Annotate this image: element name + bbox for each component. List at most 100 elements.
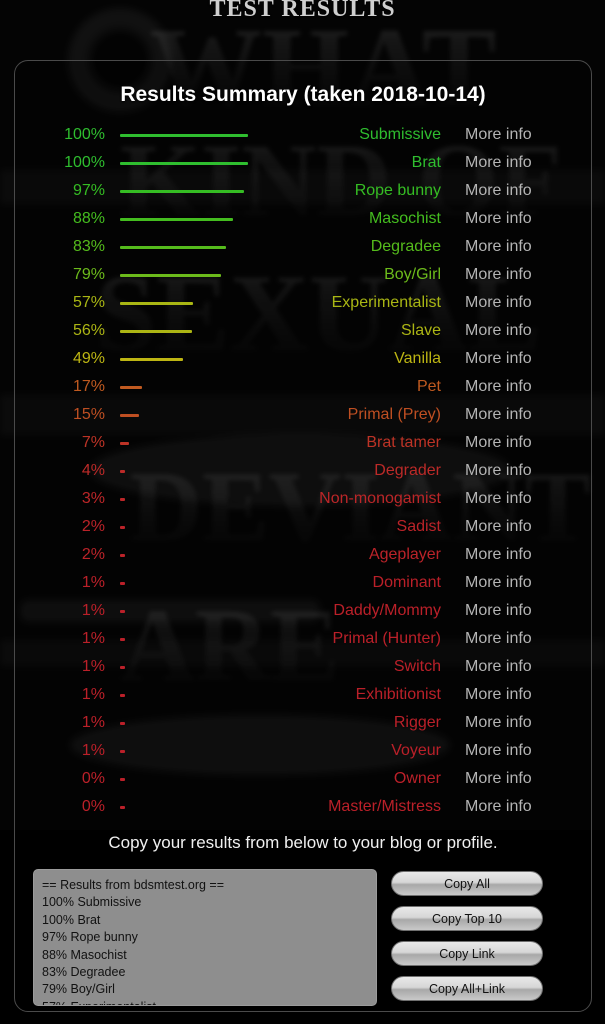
result-percentage: 2% bbox=[81, 546, 105, 563]
more-info-link[interactable]: More info bbox=[455, 210, 585, 228]
result-bar-fill bbox=[120, 525, 125, 529]
result-bar-fill bbox=[120, 805, 125, 809]
more-info-link[interactable]: More info bbox=[455, 658, 585, 676]
result-bar-fill bbox=[120, 497, 125, 501]
more-info-link[interactable]: More info bbox=[455, 518, 585, 536]
result-label: Daddy/Mommy bbox=[333, 602, 441, 619]
result-bar-fill bbox=[120, 385, 142, 389]
result-label: Experimentalist bbox=[331, 294, 441, 311]
page-banner-title: TEST RESULTS bbox=[209, 0, 396, 22]
more-info-link[interactable]: More info bbox=[455, 350, 585, 368]
result-bar-fill bbox=[120, 245, 226, 249]
result-bar-fill bbox=[120, 581, 125, 585]
result-bar-fill bbox=[120, 133, 248, 137]
copy-all-button[interactable]: Copy All bbox=[391, 871, 543, 896]
result-label: Brat tamer bbox=[366, 434, 441, 451]
result-percentage: 56% bbox=[72, 322, 105, 339]
more-info-link[interactable]: More info bbox=[455, 266, 585, 284]
result-label: Primal (Prey) bbox=[347, 406, 441, 423]
result-label: Degradee bbox=[370, 238, 441, 255]
table-row: 57% Experimentalist More info bbox=[21, 289, 585, 317]
more-info-link[interactable]: More info bbox=[455, 770, 585, 788]
copy-section: == Results from bdsmtest.org == 100% Subm… bbox=[15, 869, 591, 1006]
result-bar-track bbox=[111, 217, 251, 221]
more-info-link[interactable]: More info bbox=[455, 238, 585, 256]
result-bar-track bbox=[111, 805, 251, 809]
more-info-link[interactable]: More info bbox=[455, 322, 585, 340]
result-percentage: 79% bbox=[72, 266, 105, 283]
more-info-link[interactable]: More info bbox=[455, 546, 585, 564]
result-percentage: 1% bbox=[81, 602, 105, 619]
result-bar-track bbox=[111, 581, 251, 585]
result-bar-track bbox=[111, 609, 251, 613]
more-info-link[interactable]: More info bbox=[455, 714, 585, 732]
results-textarea[interactable]: == Results from bdsmtest.org == 100% Subm… bbox=[33, 869, 377, 1006]
result-label: Master/Mistress bbox=[328, 798, 441, 815]
result-percentage: 0% bbox=[81, 798, 105, 815]
copy-all-link-button[interactable]: Copy All+Link bbox=[391, 976, 543, 1001]
more-info-link[interactable]: More info bbox=[455, 742, 585, 760]
result-percentage: 83% bbox=[72, 238, 105, 255]
copy-button-group: Copy All Copy Top 10 Copy Link Copy All+Lin… bbox=[391, 869, 543, 1006]
result-percentage: 3% bbox=[81, 490, 105, 507]
more-info-link[interactable]: More info bbox=[455, 574, 585, 592]
results-table: 100% Submissive More info 100% Brat More info… bbox=[15, 121, 591, 821]
more-info-link[interactable]: More info bbox=[455, 602, 585, 620]
more-info-link[interactable]: More info bbox=[455, 294, 585, 312]
result-bar-fill bbox=[120, 189, 244, 193]
table-row: 1% Switch More info bbox=[21, 653, 585, 681]
table-row: 1% Dominant More info bbox=[21, 569, 585, 597]
result-label: Boy/Girl bbox=[384, 266, 441, 283]
result-bar-fill bbox=[120, 329, 192, 333]
table-row: 2% Sadist More info bbox=[21, 513, 585, 541]
table-row: 2% Ageplayer More info bbox=[21, 541, 585, 569]
result-label: Dominant bbox=[372, 574, 441, 591]
more-info-link[interactable]: More info bbox=[455, 182, 585, 200]
result-label: Non-monogamist bbox=[319, 490, 441, 507]
results-text-line: 57% Experimentalist bbox=[42, 999, 368, 1005]
result-percentage: 17% bbox=[72, 378, 105, 395]
copy-instructions: Copy your results from below to your blo… bbox=[108, 833, 498, 852]
table-row: 0% Owner More info bbox=[21, 765, 585, 793]
result-label: Owner bbox=[393, 770, 441, 787]
table-row: 1% Primal (Hunter) More info bbox=[21, 625, 585, 653]
more-info-link[interactable]: More info bbox=[455, 462, 585, 480]
more-info-link[interactable]: More info bbox=[455, 406, 585, 424]
more-info-link[interactable]: More info bbox=[455, 798, 585, 816]
result-bar-fill bbox=[120, 553, 125, 557]
table-row: 49% Vanilla More info bbox=[21, 345, 585, 373]
table-row: 4% Degrader More info bbox=[21, 457, 585, 485]
more-info-link[interactable]: More info bbox=[455, 154, 585, 172]
result-bar-fill bbox=[120, 609, 125, 613]
result-bar-track bbox=[111, 469, 251, 473]
result-bar-fill bbox=[120, 357, 183, 361]
result-percentage: 100% bbox=[64, 126, 105, 143]
copy-link-button[interactable]: Copy Link bbox=[391, 941, 543, 966]
result-label: Exhibitionist bbox=[355, 686, 441, 703]
result-percentage: 1% bbox=[81, 630, 105, 647]
result-label: Vanilla bbox=[394, 350, 441, 367]
result-bar-track bbox=[111, 693, 251, 697]
result-label: Voyeur bbox=[391, 742, 441, 759]
result-label: Pet bbox=[416, 378, 441, 395]
more-info-link[interactable]: More info bbox=[455, 490, 585, 508]
more-info-link[interactable]: More info bbox=[455, 126, 585, 144]
more-info-link[interactable]: More info bbox=[455, 630, 585, 648]
result-percentage: 49% bbox=[72, 350, 105, 367]
result-bar-fill bbox=[120, 693, 125, 697]
table-row: 79% Boy/Girl More info bbox=[21, 261, 585, 289]
test-results-screen: WHAT KIND OF SEXUAL DEVIANT ARE TEST RES bbox=[0, 0, 605, 1024]
result-bar-fill bbox=[120, 217, 233, 221]
result-bar-track bbox=[111, 637, 251, 641]
result-label: Rope bunny bbox=[354, 182, 441, 199]
result-bar-track bbox=[111, 161, 251, 165]
more-info-link[interactable]: More info bbox=[455, 378, 585, 396]
copy-top-10-button[interactable]: Copy Top 10 bbox=[391, 906, 543, 931]
result-percentage: 1% bbox=[81, 742, 105, 759]
results-text-line: 83% Degradee bbox=[42, 965, 126, 980]
more-info-link[interactable]: More info bbox=[455, 686, 585, 704]
result-percentage: 100% bbox=[64, 154, 105, 171]
result-bar-fill bbox=[120, 301, 193, 305]
results-text-line: 79% Boy/Girl bbox=[42, 982, 115, 997]
more-info-link[interactable]: More info bbox=[455, 434, 585, 452]
